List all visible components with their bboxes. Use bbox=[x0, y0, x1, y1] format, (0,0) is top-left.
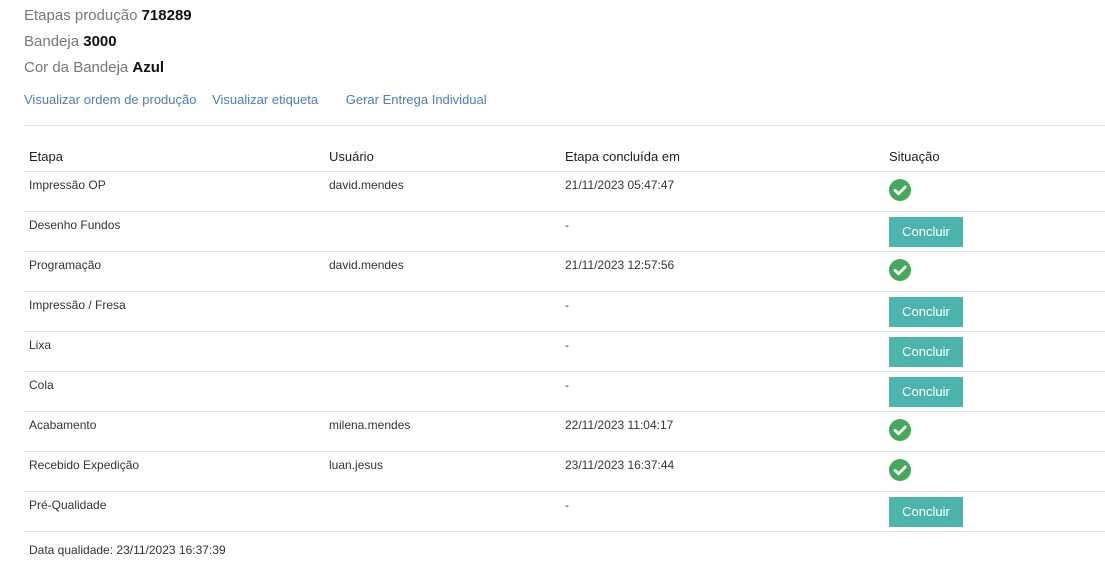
concluida-cell: 23/11/2023 16:37:44 bbox=[560, 451, 884, 492]
etapas-producao-label: Etapas produção bbox=[24, 7, 138, 24]
bandeja-line: Bandeja 3000 bbox=[24, 26, 192, 52]
check-circle-icon bbox=[889, 259, 911, 281]
action-links: Visualizar ordem de produção Visualizar … bbox=[24, 92, 487, 107]
concluir-button[interactable]: Concluir bbox=[889, 297, 963, 327]
table-row: Impressão / Fresa - Concluir bbox=[24, 291, 1105, 332]
situacao-cell bbox=[884, 411, 1105, 452]
table-row: Pré-Qualidade - Concluir bbox=[24, 491, 1105, 532]
column-header-usuario: Usuário bbox=[324, 141, 560, 172]
concluir-button[interactable]: Concluir bbox=[889, 337, 963, 367]
situacao-cell: Concluir bbox=[884, 331, 1105, 372]
usuario-cell bbox=[324, 371, 560, 412]
concluida-cell: - bbox=[560, 331, 884, 372]
table-header-row: Etapa Usuário Etapa concluída em Situaçã… bbox=[24, 141, 1105, 172]
check-circle-icon bbox=[889, 459, 911, 481]
bandeja-label: Bandeja bbox=[24, 33, 80, 50]
bandeja-value: 3000 bbox=[83, 33, 117, 50]
usuario-cell: luan.jesus bbox=[324, 451, 560, 492]
concluida-cell: 21/11/2023 05:47:47 bbox=[560, 171, 884, 212]
table-row: Recebido Expedição luan.jesus 23/11/2023 1… bbox=[24, 451, 1105, 492]
cor-bandeja-line: Cor da Bandeja Azul bbox=[24, 52, 192, 78]
table-row: Lixa - Concluir bbox=[24, 331, 1105, 372]
etapa-cell: Programação bbox=[24, 251, 324, 292]
usuario-cell: milena.mendes bbox=[324, 411, 560, 452]
usuario-cell bbox=[324, 331, 560, 372]
page-header: Etapas produção 718289 Bandeja 3000 Cor … bbox=[24, 0, 192, 78]
situacao-cell bbox=[884, 251, 1105, 292]
cor-bandeja-value: Azul bbox=[132, 59, 165, 76]
column-header-situacao: Situação bbox=[884, 141, 1105, 172]
etapa-cell: Recebido Expedição bbox=[24, 451, 324, 492]
usuario-cell bbox=[324, 491, 560, 532]
situacao-cell: Concluir bbox=[884, 291, 1105, 332]
concluida-cell: 22/11/2023 11:04:17 bbox=[560, 411, 884, 452]
concluida-cell: - bbox=[560, 371, 884, 412]
etapa-cell: Desenho Fundos bbox=[24, 211, 324, 252]
cor-bandeja-label: Cor da Bandeja bbox=[24, 59, 129, 76]
etapa-cell: Cola bbox=[24, 371, 324, 412]
check-circle-icon bbox=[889, 419, 911, 441]
situacao-cell bbox=[884, 171, 1105, 212]
table-row: Desenho Fundos - Concluir bbox=[24, 211, 1105, 252]
gerar-entrega-link[interactable]: Gerar Entrega Individual bbox=[346, 92, 487, 107]
check-circle-icon bbox=[889, 179, 911, 201]
concluir-button[interactable]: Concluir bbox=[889, 497, 963, 527]
situacao-cell: Concluir bbox=[884, 211, 1105, 252]
etapa-cell: Pré-Qualidade bbox=[24, 491, 324, 532]
etapa-cell: Impressão / Fresa bbox=[24, 291, 324, 332]
etapa-cell: Acabamento bbox=[24, 411, 324, 452]
concluir-button[interactable]: Concluir bbox=[889, 377, 963, 407]
table-body: Impressão OP david.mendes 21/11/2023 05:47… bbox=[24, 171, 1105, 532]
situacao-cell: Concluir bbox=[884, 491, 1105, 532]
situacao-cell bbox=[884, 451, 1105, 492]
concluida-cell: 21/11/2023 12:57:56 bbox=[560, 251, 884, 292]
table-row: Acabamento milena.mendes 22/11/2023 11:04:… bbox=[24, 411, 1105, 452]
table-row: Cola - Concluir bbox=[24, 371, 1105, 412]
concluida-cell: - bbox=[560, 291, 884, 332]
divider bbox=[24, 125, 1105, 126]
usuario-cell bbox=[324, 291, 560, 332]
usuario-cell: david.mendes bbox=[324, 171, 560, 212]
column-header-etapa: Etapa bbox=[24, 141, 324, 172]
usuario-cell: david.mendes bbox=[324, 251, 560, 292]
concluida-cell: - bbox=[560, 491, 884, 532]
usuario-cell bbox=[324, 211, 560, 252]
steps-table: Etapa Usuário Etapa concluída em Situaçã… bbox=[24, 141, 1105, 532]
table-row: Programação david.mendes 21/11/2023 12:57:… bbox=[24, 251, 1105, 292]
table-row: Impressão OP david.mendes 21/11/2023 05:47… bbox=[24, 171, 1105, 212]
visualizar-etiqueta-link[interactable]: Visualizar etiqueta bbox=[212, 92, 318, 107]
concluir-button[interactable]: Concluir bbox=[889, 217, 963, 247]
column-header-concluida: Etapa concluída em bbox=[560, 141, 884, 172]
etapa-cell: Lixa bbox=[24, 331, 324, 372]
etapas-producao-value: 718289 bbox=[141, 7, 192, 24]
etapas-producao-line: Etapas produção 718289 bbox=[24, 0, 192, 26]
visualizar-ordem-link[interactable]: Visualizar ordem de produção bbox=[24, 92, 196, 107]
data-qualidade: Data qualidade: 23/11/2023 16:37:39 bbox=[29, 543, 226, 557]
concluida-cell: - bbox=[560, 211, 884, 252]
situacao-cell: Concluir bbox=[884, 371, 1105, 412]
etapa-cell: Impressão OP bbox=[24, 171, 324, 212]
